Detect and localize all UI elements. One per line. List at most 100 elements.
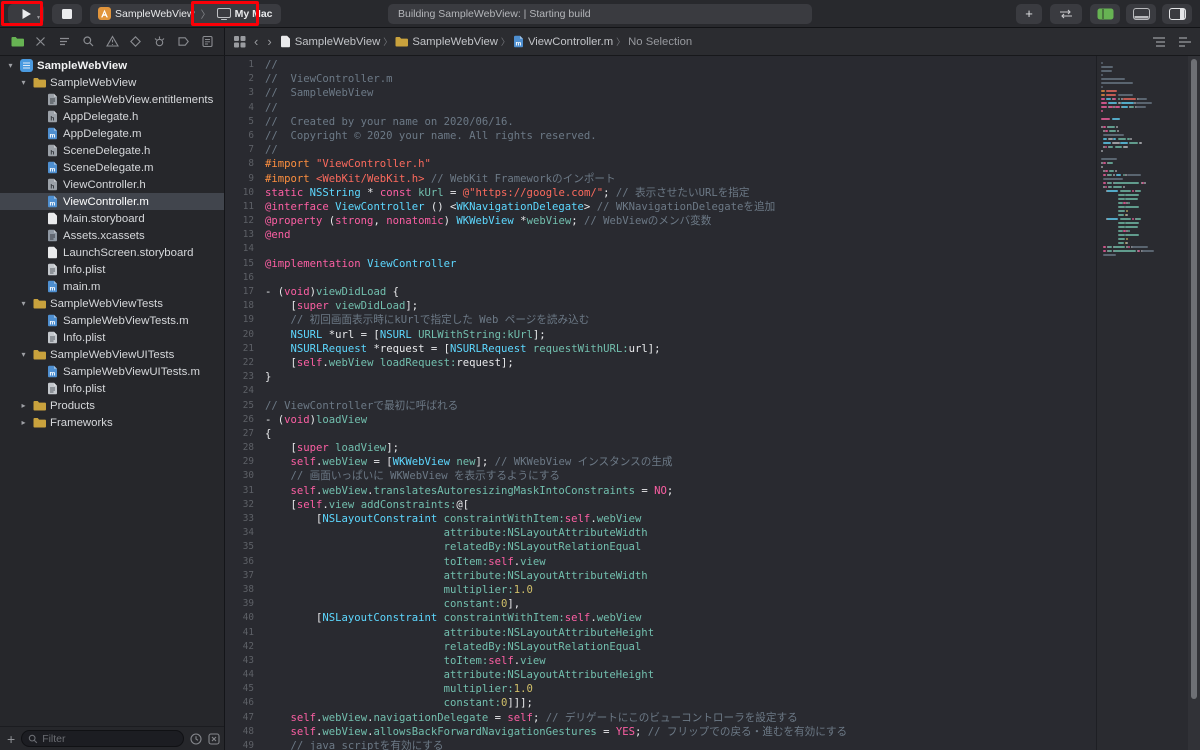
disclosure-triangle-icon[interactable]: ▾ xyxy=(6,61,15,70)
breadcrumb-item-viewcontroller-m[interactable]: m ViewController.m xyxy=(513,35,613,48)
line-number[interactable]: 10 xyxy=(225,186,265,200)
disclosure-triangle-icon[interactable]: ▾ xyxy=(19,350,28,359)
line-number[interactable]: 1 xyxy=(225,58,265,72)
line-number[interactable]: 15 xyxy=(225,257,265,271)
line-number[interactable]: 5 xyxy=(225,115,265,129)
tree-item-samplewebview[interactable]: ▾ SampleWebView xyxy=(0,57,224,74)
line-number[interactable]: 25 xyxy=(225,399,265,413)
tree-item-info-plist[interactable]: Info.plist xyxy=(0,380,224,397)
forward-button[interactable]: › xyxy=(266,34,272,49)
navigator-tab-search[interactable] xyxy=(80,34,96,50)
navigator-tab-debug[interactable] xyxy=(152,34,168,50)
disclosure-triangle-icon[interactable]: ▸ xyxy=(19,401,28,410)
line-number[interactable]: 35 xyxy=(225,540,265,554)
breadcrumb-item-samplewebview[interactable]: SampleWebView xyxy=(280,35,380,48)
line-number[interactable]: 43 xyxy=(225,654,265,668)
tree-item-main-m[interactable]: m main.m xyxy=(0,278,224,295)
code-structure-icon[interactable] xyxy=(1152,36,1166,48)
tree-item-frameworks[interactable]: ▸ Frameworks xyxy=(0,414,224,431)
tree-item-samplewebview[interactable]: ▾ SampleWebView xyxy=(0,74,224,91)
line-number[interactable]: 37 xyxy=(225,569,265,583)
tree-item-appdelegate-h[interactable]: h AppDelegate.h xyxy=(0,108,224,125)
toggle-debug-area-button[interactable] xyxy=(1126,3,1156,24)
tree-item-viewcontroller-m[interactable]: m ViewController.m xyxy=(0,193,224,210)
source-editor[interactable]: 1//2// ViewController.m 3// SampleWebView… xyxy=(225,56,1096,750)
editor-options-button[interactable] xyxy=(1050,3,1082,24)
line-number[interactable]: 34 xyxy=(225,526,265,540)
tree-item-scenedelegate-h[interactable]: h SceneDelegate.h xyxy=(0,142,224,159)
line-number[interactable]: 20 xyxy=(225,328,265,342)
line-number[interactable]: 30 xyxy=(225,469,265,483)
line-number[interactable]: 17 xyxy=(225,285,265,299)
line-number[interactable]: 36 xyxy=(225,555,265,569)
line-number[interactable]: 27 xyxy=(225,427,265,441)
line-number[interactable]: 32 xyxy=(225,498,265,512)
tree-item-assets-xcassets[interactable]: Assets.xcassets xyxy=(0,227,224,244)
line-number[interactable]: 42 xyxy=(225,640,265,654)
line-number[interactable]: 41 xyxy=(225,626,265,640)
line-number[interactable]: 6 xyxy=(225,129,265,143)
tree-item-info-plist[interactable]: Info.plist xyxy=(0,329,224,346)
tree-item-launchscreen-storyboard[interactable]: LaunchScreen.storyboard xyxy=(0,244,224,261)
breadcrumb-item-samplewebview[interactable]: SampleWebView xyxy=(395,36,498,48)
tree-item-viewcontroller-h[interactable]: h ViewController.h xyxy=(0,176,224,193)
back-button[interactable]: ‹ xyxy=(253,34,259,49)
tree-item-samplewebviewtests[interactable]: ▾ SampleWebViewTests xyxy=(0,295,224,312)
destination-name[interactable]: My Mac xyxy=(235,8,273,20)
tree-item-samplewebviewuitests-m[interactable]: m SampleWebViewUITests.m xyxy=(0,363,224,380)
stop-button[interactable] xyxy=(52,3,82,24)
scrollbar-thumb[interactable] xyxy=(1191,59,1197,699)
line-number[interactable]: 48 xyxy=(225,725,265,739)
recent-files-icon[interactable] xyxy=(190,732,202,745)
tree-item-samplewebviewuitests[interactable]: ▾ SampleWebViewUITests xyxy=(0,346,224,363)
line-number[interactable]: 31 xyxy=(225,484,265,498)
navigator-tab-breakpoints[interactable] xyxy=(175,34,191,50)
minimap[interactable] xyxy=(1096,56,1188,750)
line-number[interactable]: 38 xyxy=(225,583,265,597)
toggle-editor-button[interactable] xyxy=(1090,3,1120,24)
navigator-tab-tests[interactable] xyxy=(128,34,144,50)
line-number[interactable]: 33 xyxy=(225,512,265,526)
filter-input[interactable] xyxy=(42,732,178,745)
navigator-tab-project-active[interactable] xyxy=(9,34,25,50)
line-number[interactable]: 40 xyxy=(225,611,265,625)
line-number[interactable]: 24 xyxy=(225,384,265,398)
breadcrumb-item-no-selection[interactable]: No Selection xyxy=(628,36,692,48)
line-number[interactable]: 46 xyxy=(225,696,265,710)
toggle-inspector-button[interactable] xyxy=(1162,3,1192,24)
navigator-tab-symbols[interactable] xyxy=(57,34,73,50)
line-number[interactable]: 8 xyxy=(225,157,265,171)
adjust-editor-icon[interactable] xyxy=(1178,36,1192,48)
disclosure-triangle-icon[interactable]: ▾ xyxy=(19,299,28,308)
line-number[interactable]: 16 xyxy=(225,271,265,285)
tree-item-scenedelegate-m[interactable]: m SceneDelegate.m xyxy=(0,159,224,176)
line-number[interactable]: 26 xyxy=(225,413,265,427)
disclosure-triangle-icon[interactable]: ▾ xyxy=(19,78,28,87)
tree-item-products[interactable]: ▸ Products xyxy=(0,397,224,414)
disclosure-triangle-icon[interactable]: ▸ xyxy=(19,418,28,427)
line-number[interactable]: 39 xyxy=(225,597,265,611)
line-number[interactable]: 49 xyxy=(225,739,265,750)
scrollbar[interactable] xyxy=(1188,56,1200,750)
line-number[interactable]: 47 xyxy=(225,711,265,725)
line-number[interactable]: 13 xyxy=(225,228,265,242)
line-number[interactable]: 22 xyxy=(225,356,265,370)
navigator-tab-source-control[interactable] xyxy=(33,34,49,50)
line-number[interactable]: 3 xyxy=(225,86,265,100)
line-number[interactable]: 44 xyxy=(225,668,265,682)
tree-item-samplewebviewtests-m[interactable]: m SampleWebViewTests.m xyxy=(0,312,224,329)
line-number[interactable]: 18 xyxy=(225,299,265,313)
line-number[interactable]: 45 xyxy=(225,682,265,696)
tree-item-appdelegate-m[interactable]: m AppDelegate.m xyxy=(0,125,224,142)
line-number[interactable]: 19 xyxy=(225,313,265,327)
tree-item-samplewebview-entitlements[interactable]: SampleWebView.entitlements xyxy=(0,91,224,108)
library-button[interactable]: + xyxy=(1016,3,1042,24)
line-number[interactable]: 29 xyxy=(225,455,265,469)
tree-item-info-plist[interactable]: Info.plist xyxy=(0,261,224,278)
related-items-icon[interactable] xyxy=(233,35,246,48)
line-number[interactable]: 2 xyxy=(225,72,265,86)
run-button[interactable]: ▼ xyxy=(8,3,44,24)
line-number[interactable]: 23 xyxy=(225,370,265,384)
scm-status-filter-icon[interactable] xyxy=(208,732,220,745)
navigator-tab-issues[interactable] xyxy=(104,34,120,50)
